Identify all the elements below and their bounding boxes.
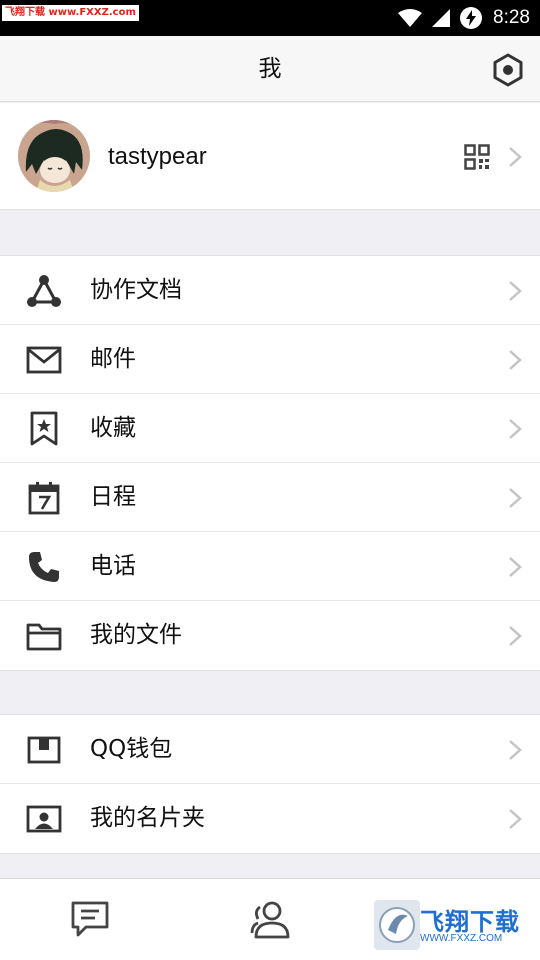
menu-item-mail[interactable]: 邮件 [0, 325, 540, 394]
menu-group-extras: QQ钱包 我的名片夹 [0, 714, 540, 854]
page-title: 我 [258, 56, 282, 82]
profile-card[interactable]: tastypear [0, 103, 540, 210]
title-bar: 我 [0, 36, 540, 102]
calendar-icon [28, 482, 60, 515]
watermark-url: WWW.FXXZ.COM [420, 933, 503, 944]
clock: 8:28 [493, 7, 530, 28]
tab-messages[interactable] [68, 897, 112, 941]
menu-item-label: 邮件 [90, 346, 136, 372]
menu-item-label: 我的文件 [90, 622, 182, 648]
chevron-right-icon [509, 557, 522, 577]
menu-item-label: 收藏 [90, 415, 136, 441]
status-icons: 8:28 [397, 0, 530, 36]
chevron-right-icon [509, 626, 522, 646]
menu-group-main: 协作文档 邮件 收藏 日程 电话 我的文件 [0, 255, 540, 671]
chevron-right-icon [509, 809, 522, 829]
cell-signal-icon [432, 9, 451, 27]
tab-contacts[interactable] [248, 897, 292, 941]
chevron-right-icon [509, 488, 522, 508]
username: tastypear [108, 143, 207, 170]
message-icon [71, 901, 109, 937]
menu-item-label: 我的名片夹 [90, 805, 205, 831]
menu-item-schedule[interactable]: 日程 [0, 463, 540, 532]
settings-button[interactable] [490, 52, 526, 88]
settings-hexagon-icon [493, 53, 523, 87]
menu-item-qq-wallet[interactable]: QQ钱包 [0, 715, 540, 784]
watermark-badge: 飞翔下载 www.FXXZ.com [2, 5, 139, 21]
menu-item-card-holder[interactable]: 我的名片夹 [0, 784, 540, 853]
chevron-right-icon [509, 281, 522, 301]
collab-docs-icon [27, 275, 61, 307]
menu-item-phone[interactable]: 电话 [0, 532, 540, 601]
chevron-right-icon [509, 147, 522, 167]
watermark-title: 飞翔下载 [420, 908, 520, 936]
wallet-icon [27, 736, 61, 764]
mail-icon [26, 346, 62, 374]
chevron-right-icon [509, 350, 522, 370]
wifi-icon [398, 9, 423, 27]
bookmark-star-icon [30, 411, 58, 446]
status-bar: 飞翔下载 www.FXXZ.com 8:28 [0, 0, 540, 36]
menu-item-collab-docs[interactable]: 协作文档 [0, 256, 540, 325]
menu-item-my-files[interactable]: 我的文件 [0, 601, 540, 670]
contacts-icon [250, 901, 290, 939]
chevron-right-icon [509, 419, 522, 439]
menu-item-label: QQ钱包 [90, 736, 173, 762]
card-holder-icon [26, 805, 62, 833]
menu-item-label: 日程 [90, 484, 136, 510]
menu-item-label: 电话 [90, 553, 136, 579]
battery-charging-icon [460, 7, 483, 29]
qr-code-icon[interactable] [464, 144, 490, 170]
folder-icon [26, 623, 62, 651]
chevron-right-icon [509, 740, 522, 760]
menu-item-favorites[interactable]: 收藏 [0, 394, 540, 463]
phone-icon [29, 552, 59, 582]
menu-item-label: 协作文档 [90, 277, 182, 303]
avatar[interactable] [18, 120, 90, 192]
